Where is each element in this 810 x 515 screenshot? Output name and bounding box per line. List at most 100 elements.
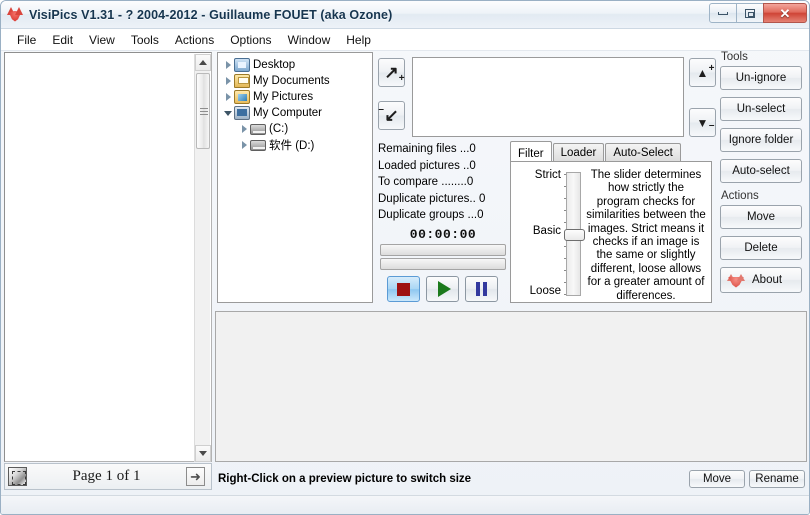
menu-view[interactable]: View (81, 31, 123, 49)
tree-item-label: 软件 (D:) (269, 137, 314, 153)
expander-open-icon[interactable] (222, 111, 234, 116)
tab-auto-select[interactable]: Auto-Select (605, 143, 680, 162)
tools-actions-panel: Tools Un-ignore Un-select Ignore folder … (717, 49, 807, 307)
progress-bar-secondary (380, 258, 506, 270)
tree-item-label: (C:) (269, 123, 288, 135)
stat-duplicate-groups: Duplicate groups ...0 (378, 207, 502, 224)
tree-item-drive-d[interactable]: 软件 (D:) (218, 137, 372, 153)
tab-filter[interactable]: Filter (510, 141, 552, 162)
window-bottom-strip (1, 495, 810, 515)
play-button[interactable] (426, 276, 459, 302)
un-select-button[interactable]: Un-select (720, 97, 802, 121)
visipics-window: VisiPics V1.31 - ? 2004-2012 - Guillaume… (0, 0, 810, 515)
tree-item-label: My Documents (253, 75, 330, 87)
results-panel[interactable] (4, 52, 212, 462)
status-rename-button[interactable]: Rename (749, 470, 805, 488)
slider-label-strict: Strict (535, 169, 561, 181)
delete-button[interactable]: Delete (720, 236, 802, 260)
scrollbar-thumb[interactable] (196, 73, 210, 149)
expander-closed-icon[interactable] (222, 61, 234, 69)
close-button[interactable]: ✕ (763, 3, 807, 23)
tree-item-my-documents[interactable]: My Documents (218, 73, 372, 89)
window-title: VisiPics V1.31 - ? 2004-2012 - Guillaume… (29, 8, 392, 22)
triangle-down-icon: ▼ – (697, 117, 709, 129)
stop-button[interactable] (387, 276, 420, 302)
auto-select-button[interactable]: Auto-select (720, 159, 802, 183)
slider-thumb[interactable] (564, 229, 585, 241)
next-page-icon[interactable] (186, 467, 205, 486)
arrow-up-right-icon: ↗ + (384, 64, 398, 81)
fox-icon (7, 7, 23, 23)
tab-content-filter: Strict Basic Loose The slider determines… (510, 161, 712, 303)
menu-bar: File Edit View Tools Actions Options Win… (1, 29, 810, 51)
strictness-slider[interactable]: Strict Basic Loose (517, 168, 581, 298)
window-controls: ✕ (710, 3, 807, 23)
stat-to-compare: To compare ........0 (378, 174, 502, 191)
maximize-button[interactable] (736, 3, 764, 23)
ignore-folder-button[interactable]: Ignore folder (720, 128, 802, 152)
about-button[interactable]: About (720, 267, 802, 293)
folder-tree[interactable]: Desktop My Documents My Pictures My Comp… (217, 52, 373, 303)
expander-closed-icon[interactable] (222, 77, 234, 85)
minimize-icon (718, 12, 728, 15)
menu-window[interactable]: Window (280, 31, 339, 49)
tree-item-my-computer[interactable]: My Computer (218, 105, 372, 121)
actions-group-label: Actions (721, 190, 807, 202)
preview-area[interactable] (215, 311, 807, 462)
desktop-icon (234, 58, 250, 72)
tree-item-label: Desktop (253, 59, 295, 71)
scroll-up-button[interactable] (195, 54, 211, 71)
expander-closed-icon[interactable] (238, 125, 250, 133)
title-bar: VisiPics V1.31 - ? 2004-2012 - Guillaume… (1, 1, 810, 29)
elapsed-timer: 00:00:00 (378, 227, 508, 242)
move-down-button[interactable]: ▼ – (689, 108, 716, 137)
drive-icon (250, 140, 266, 151)
un-ignore-button[interactable]: Un-ignore (720, 66, 802, 90)
tree-item-drive-c[interactable]: (C:) (218, 121, 372, 137)
slider-track[interactable] (566, 172, 581, 296)
close-icon: ✕ (780, 7, 791, 20)
scan-statistics: Remaining files ...0 Loaded pictures ..0… (378, 141, 502, 231)
expander-closed-icon[interactable] (222, 93, 234, 101)
tree-item-desktop[interactable]: Desktop (218, 57, 372, 73)
tab-loader[interactable]: Loader (553, 143, 605, 162)
triangle-up-icon: ▲ + (697, 67, 709, 79)
remove-folder-button[interactable]: ↙ – (378, 101, 405, 130)
selected-folders-list[interactable] (412, 57, 684, 137)
tree-item-label: My Pictures (253, 91, 313, 103)
pause-button[interactable] (465, 276, 498, 302)
pager-bar: Page 1 of 1 (4, 463, 212, 490)
stop-icon (397, 283, 410, 296)
menu-file[interactable]: File (9, 31, 44, 49)
results-scrollbar[interactable] (194, 54, 210, 462)
play-icon (438, 281, 451, 297)
chevron-up-icon (199, 60, 207, 65)
move-up-button[interactable]: ▲ + (689, 58, 716, 87)
slider-label-basic: Basic (533, 225, 561, 237)
documents-icon (234, 74, 250, 88)
menu-tools[interactable]: Tools (123, 31, 167, 49)
minimize-button[interactable] (709, 3, 737, 23)
tab-strip: Filter Loader Auto-Select (510, 143, 682, 162)
tree-item-my-pictures[interactable]: My Pictures (218, 89, 372, 105)
pictures-icon (234, 90, 250, 104)
filter-description: The slider determines how strictly the p… (585, 169, 707, 303)
pause-icon (476, 282, 487, 296)
add-folder-button[interactable]: ↗ + (378, 58, 405, 87)
menu-actions[interactable]: Actions (167, 31, 222, 49)
menu-options[interactable]: Options (222, 31, 279, 49)
stat-duplicate-pictures: Duplicate pictures.. 0 (378, 191, 502, 208)
expander-closed-icon[interactable] (238, 141, 250, 149)
chevron-down-icon (199, 451, 207, 456)
maximize-icon (745, 9, 755, 18)
fox-icon (727, 273, 745, 288)
thumbnail-size-icon[interactable] (8, 467, 27, 486)
menu-edit[interactable]: Edit (44, 31, 81, 49)
scroll-down-button[interactable] (195, 445, 211, 462)
slider-label-loose: Loose (530, 285, 561, 297)
move-button[interactable]: Move (720, 205, 802, 229)
menu-help[interactable]: Help (338, 31, 379, 49)
status-move-button[interactable]: Move (689, 470, 745, 488)
stat-remaining-files: Remaining files ...0 (378, 141, 502, 158)
arrow-down-left-icon: ↙ – (384, 107, 398, 124)
